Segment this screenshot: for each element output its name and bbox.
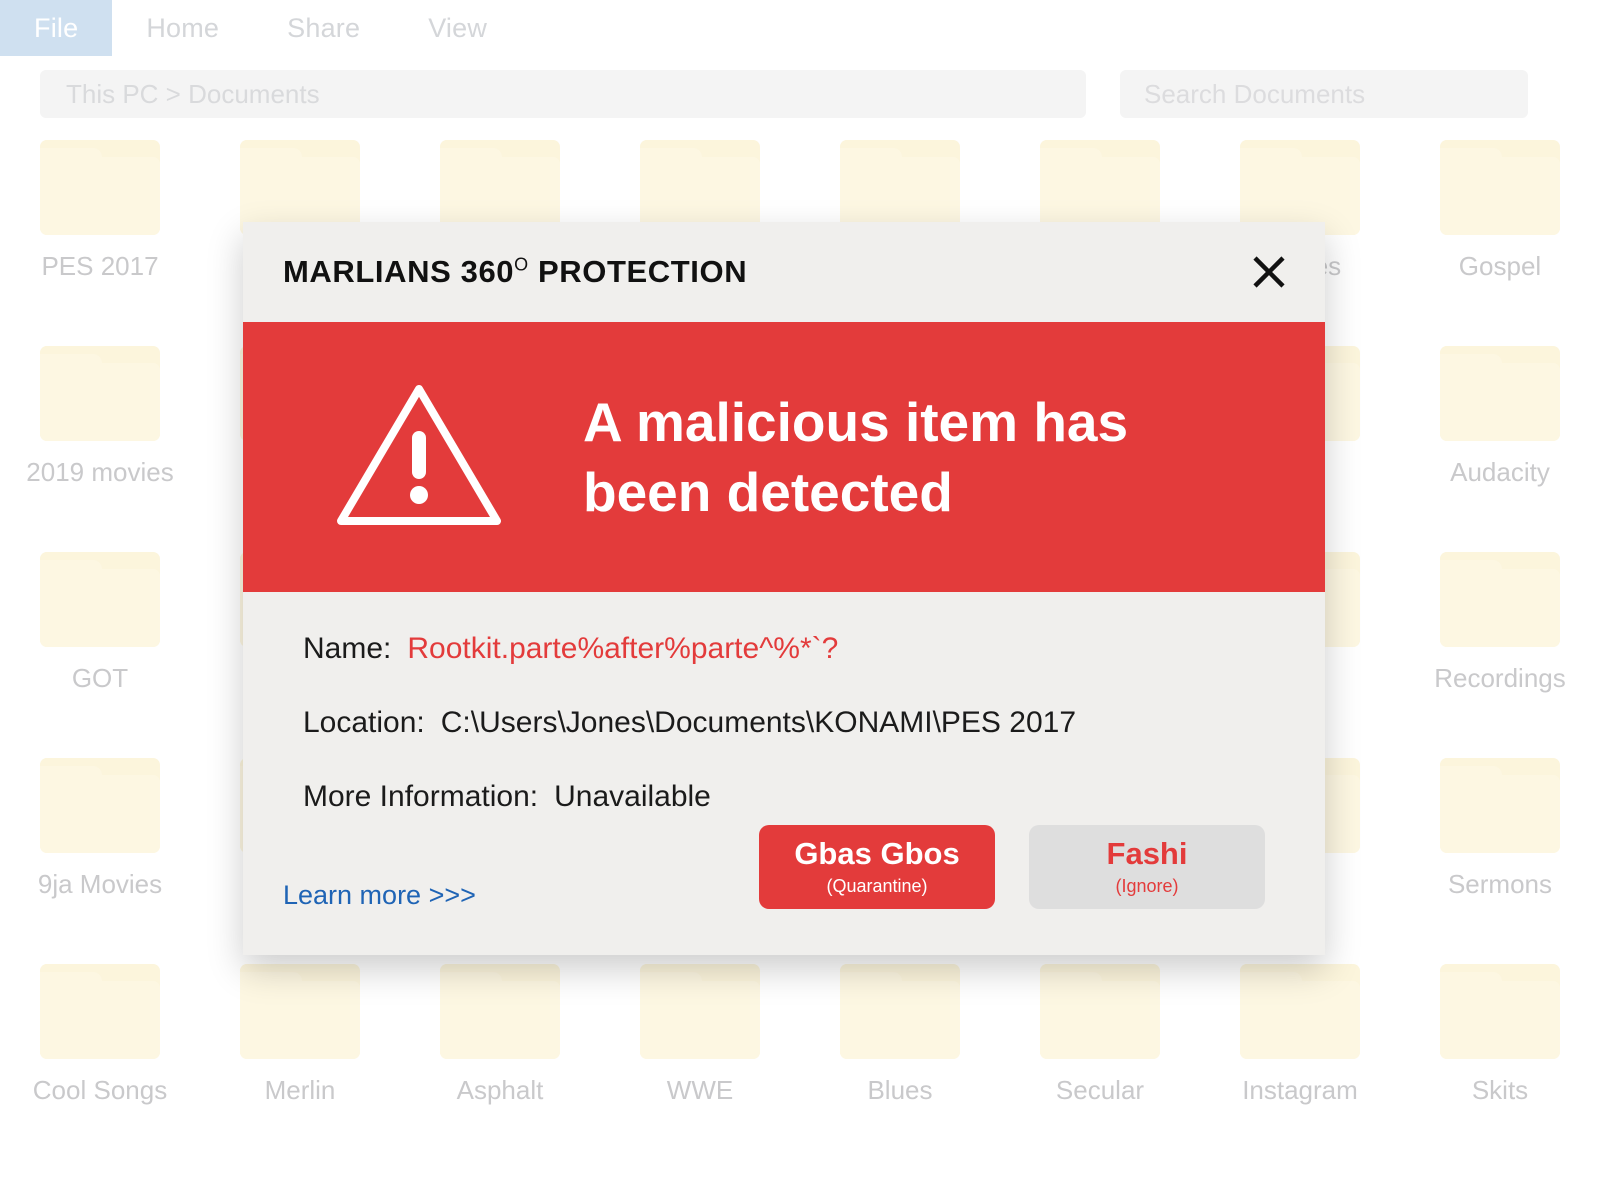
folder-icon [1040, 964, 1160, 1059]
ribbon-tab-file[interactable]: File [0, 0, 113, 56]
warning-triangle-icon [333, 379, 505, 536]
folder-icon [1440, 552, 1560, 647]
address-bar-row: This PC > Documents Search Documents [0, 70, 1600, 118]
dialog-title-bar: MARLIANS 360O PROTECTION [243, 222, 1325, 322]
folder-icon [240, 964, 360, 1059]
folder-item[interactable]: Merlin [200, 956, 400, 1162]
search-input[interactable]: Search Documents [1120, 70, 1528, 118]
folder-icon [40, 758, 160, 853]
learn-more-link[interactable]: Learn more >>> [283, 880, 476, 911]
folder-item[interactable]: Skits [1400, 956, 1600, 1162]
folder-icon [240, 140, 360, 235]
folder-label: Gospel [1458, 251, 1542, 281]
folder-icon [840, 140, 960, 235]
folder-icon [1240, 140, 1360, 235]
folder-icon [1440, 964, 1560, 1059]
alert-banner: A malicious item has been detected [243, 322, 1325, 592]
folder-label: 2019 movies [26, 457, 174, 487]
degree-symbol: O [514, 254, 529, 275]
ignore-button-sublabel: (Ignore) [1115, 875, 1179, 896]
folder-item[interactable]: Instagram [1200, 956, 1400, 1162]
quarantine-button[interactable]: Gbas Gbos (Quarantine) [759, 825, 995, 909]
ribbon-tab-share[interactable]: Share [253, 0, 394, 56]
detail-value-location: C:\Users\Jones\Documents\KONAMI\PES 2017 [440, 706, 1077, 739]
ignore-button[interactable]: Fashi (Ignore) [1029, 825, 1265, 909]
dialog-title-main: MARLIANS 360 [283, 254, 515, 289]
folder-label: Secular [1055, 1075, 1145, 1105]
folder-item[interactable]: GOT [0, 544, 200, 750]
ignore-button-label: Fashi [1106, 836, 1188, 872]
folder-item[interactable]: 2019 movies [0, 338, 200, 544]
folder-icon [440, 964, 560, 1059]
folder-label: Blues [867, 1075, 933, 1105]
detail-row-name: Name: Rootkit.parte%after%parte^%*`? [303, 632, 1265, 666]
close-icon[interactable] [1241, 244, 1297, 300]
folder-label: Asphalt [456, 1075, 544, 1105]
folder-label: Skits [1471, 1075, 1529, 1105]
quarantine-button-label: Gbas Gbos [794, 836, 960, 872]
folder-label: Instagram [1242, 1075, 1358, 1105]
folder-item[interactable]: Recordings [1400, 544, 1600, 750]
folder-icon [40, 552, 160, 647]
search-placeholder-text: Search Documents [1144, 78, 1366, 109]
folder-label: GOT [71, 663, 129, 693]
folder-item[interactable]: PES 2017 [0, 132, 200, 338]
dialog-title-suffix: PROTECTION [528, 254, 748, 289]
action-button-group: Gbas Gbos (Quarantine) Fashi (Ignore) [759, 825, 1265, 909]
alert-headline: A malicious item has been detected [583, 390, 1129, 523]
folder-icon [440, 140, 560, 235]
ribbon-tab-bar: File Home Share View [0, 0, 1600, 56]
folder-label: Merlin [264, 1075, 336, 1105]
folder-item[interactable]: Secular [1000, 956, 1200, 1162]
detail-row-location: Location: C:\Users\Jones\Documents\KONAM… [303, 706, 1265, 740]
folder-icon [40, 140, 160, 235]
folder-icon [1240, 964, 1360, 1059]
dialog-footer: Learn more >>> Gbas Gbos (Quarantine) Fa… [243, 805, 1325, 955]
folder-icon [40, 964, 160, 1059]
folder-item[interactable]: Sermons [1400, 750, 1600, 956]
malware-alert-dialog: MARLIANS 360O PROTECTION A malicious ite… [243, 222, 1325, 955]
breadcrumb-text: This PC > Documents [66, 78, 320, 109]
quarantine-button-sublabel: (Quarantine) [826, 875, 928, 896]
breadcrumb[interactable]: This PC > Documents [40, 70, 1086, 118]
folder-item[interactable]: Gospel [1400, 132, 1600, 338]
folder-label: Audacity [1450, 457, 1550, 487]
folder-item[interactable]: Blues [800, 956, 1000, 1162]
folder-icon [1440, 346, 1560, 441]
folder-item[interactable]: Cool Songs [0, 956, 200, 1162]
folder-icon [1440, 140, 1560, 235]
folder-icon [840, 964, 960, 1059]
detail-label-name: Name: [303, 632, 392, 665]
detail-value-name: Rootkit.parte%after%parte^%*`? [407, 632, 839, 665]
folder-icon [1440, 758, 1560, 853]
threat-details-section: Name: Rootkit.parte%after%parte^%*`? Loc… [243, 592, 1325, 955]
folder-icon [640, 140, 760, 235]
folder-icon [40, 346, 160, 441]
folder-label: Sermons [1447, 869, 1553, 899]
folder-label: 9ja Movies [37, 869, 163, 899]
detail-label-location: Location: [303, 706, 425, 739]
folder-icon [1040, 140, 1160, 235]
ribbon-tab-home[interactable]: Home [112, 0, 253, 56]
folder-item[interactable]: Audacity [1400, 338, 1600, 544]
folder-label: PES 2017 [41, 251, 159, 281]
folder-item[interactable]: WWE [600, 956, 800, 1162]
ribbon-tab-view[interactable]: View [394, 0, 521, 56]
folder-label: Cool Songs [32, 1075, 168, 1105]
folder-label: WWE [666, 1075, 734, 1105]
page-title: MARLIANS 360O PROTECTION [283, 254, 747, 290]
folder-item[interactable]: Asphalt [400, 956, 600, 1162]
folder-icon [640, 964, 760, 1059]
folder-item[interactable]: 9ja Movies [0, 750, 200, 956]
folder-label: Recordings [1434, 663, 1566, 693]
